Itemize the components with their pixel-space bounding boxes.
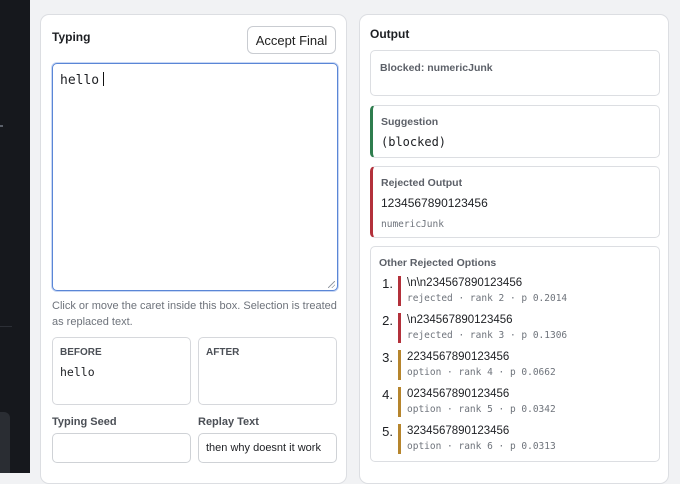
option-marker bbox=[398, 276, 401, 306]
before-box: BEFORE hello bbox=[52, 337, 191, 405]
output-panel-title: Output bbox=[370, 27, 410, 41]
option-text: 2234567890123456 bbox=[407, 351, 510, 363]
typing-editor[interactable]: hello bbox=[52, 63, 338, 291]
before-value: hello bbox=[60, 365, 95, 379]
typing-panel-title: Typing bbox=[52, 30, 91, 44]
typing-seed-label: Typing Seed bbox=[52, 416, 117, 428]
option-item[interactable]: 5. 3234567890123456 option · rank 6 · p … bbox=[371, 424, 659, 458]
sidebar-indicator bbox=[0, 125, 3, 127]
option-number: 4. bbox=[382, 387, 393, 402]
status-box: Blocked: numericJunk bbox=[370, 50, 660, 96]
rejected-output-box: Rejected Output 1234567890123456 numeric… bbox=[370, 166, 660, 238]
sidebar-divider bbox=[0, 326, 12, 327]
option-meta: option · rank 5 · p 0.0342 bbox=[407, 404, 556, 415]
other-rejected-options-title: Other Rejected Options bbox=[379, 257, 497, 269]
suggestion-value: (blocked) bbox=[381, 135, 447, 149]
option-number: 3. bbox=[382, 350, 393, 365]
output-panel: Output Blocked: numericJunk Suggestion (… bbox=[359, 14, 669, 484]
option-number: 1. bbox=[382, 276, 393, 291]
option-marker bbox=[398, 350, 401, 380]
option-item[interactable]: 1. \n\n234567890123456 rejected · rank 2… bbox=[371, 276, 659, 310]
option-text: 0234567890123456 bbox=[407, 388, 510, 400]
editor-text: hello bbox=[60, 73, 100, 88]
after-label: AFTER bbox=[206, 347, 240, 358]
typing-panel: Typing Accept Final hello Click or move … bbox=[40, 14, 347, 484]
option-item[interactable]: 4. 0234567890123456 option · rank 5 · p … bbox=[371, 387, 659, 421]
option-item[interactable]: 3. 2234567890123456 option · rank 4 · p … bbox=[371, 350, 659, 384]
option-meta: rejected · rank 3 · p 0.1306 bbox=[407, 330, 568, 341]
option-marker bbox=[398, 387, 401, 417]
option-meta: rejected · rank 2 · p 0.2014 bbox=[407, 293, 568, 304]
suggestion-box: Suggestion (blocked) bbox=[370, 105, 660, 158]
accept-final-button[interactable]: Accept Final bbox=[247, 26, 336, 54]
option-text: \n234567890123456 bbox=[407, 314, 513, 326]
status-text: Blocked: numericJunk bbox=[380, 62, 493, 74]
after-box: AFTER bbox=[198, 337, 337, 405]
option-number: 2. bbox=[382, 313, 393, 328]
resize-handle-icon[interactable] bbox=[328, 281, 335, 288]
suggestion-label: Suggestion bbox=[381, 116, 439, 128]
rejected-output-value: 1234567890123456 bbox=[381, 196, 488, 210]
option-number: 5. bbox=[382, 424, 393, 439]
replay-text-label: Replay Text bbox=[198, 416, 259, 428]
rejected-reason: numericJunk bbox=[381, 219, 444, 230]
text-caret bbox=[103, 72, 105, 86]
editor-help-text: Click or move the caret inside this box.… bbox=[52, 300, 337, 328]
replay-text-input[interactable]: then why doesnt it work bbox=[198, 433, 337, 463]
option-item[interactable]: 2. \n234567890123456 rejected · rank 3 ·… bbox=[371, 313, 659, 347]
sidebar-footer-block bbox=[0, 412, 10, 473]
option-text: 3234567890123456 bbox=[407, 425, 510, 437]
option-marker bbox=[398, 424, 401, 454]
rejected-output-label: Rejected Output bbox=[381, 177, 463, 189]
option-meta: option · rank 6 · p 0.0313 bbox=[407, 441, 556, 452]
before-label: BEFORE bbox=[60, 347, 102, 358]
option-text: \n\n234567890123456 bbox=[407, 277, 523, 289]
option-meta: option · rank 4 · p 0.0662 bbox=[407, 367, 556, 378]
typing-seed-input[interactable] bbox=[52, 433, 191, 463]
app-sidebar bbox=[0, 0, 30, 473]
option-marker bbox=[398, 313, 401, 343]
other-rejected-options-box: Other Rejected Options 1. \n\n2345678901… bbox=[370, 246, 660, 462]
